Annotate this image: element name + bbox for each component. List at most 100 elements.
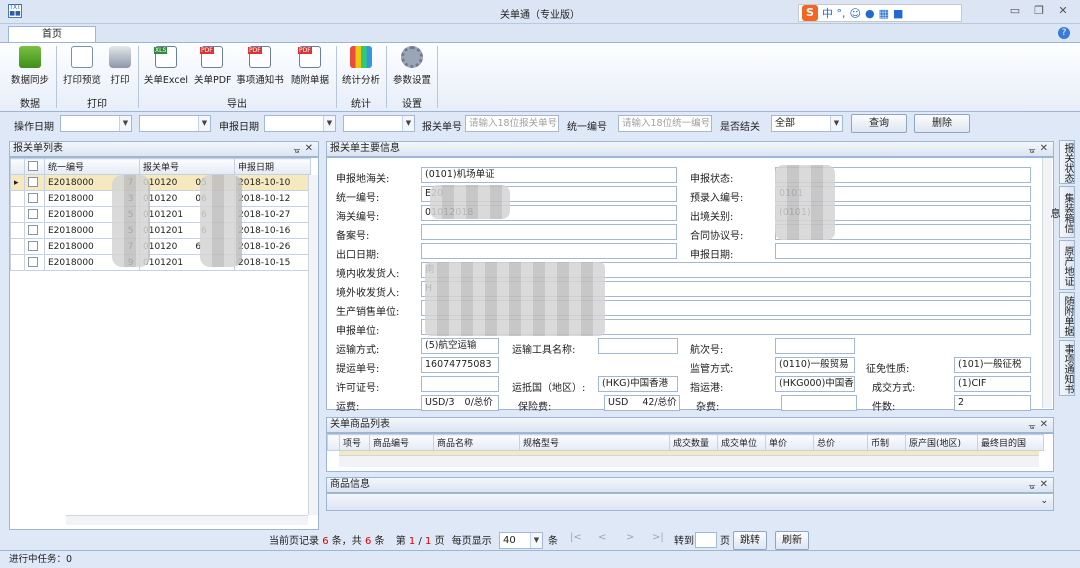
col-goods-code[interactable]: 商品编号 bbox=[369, 434, 434, 451]
row-checkbox[interactable] bbox=[28, 257, 38, 268]
export-pdf-button[interactable]: 关单PDF bbox=[194, 46, 232, 92]
help-icon[interactable]: ? bbox=[1058, 27, 1070, 39]
col-qty[interactable]: 成交数量 bbox=[669, 434, 718, 451]
decl-date-end[interactable]: ▼ bbox=[343, 115, 415, 132]
col-goods-name[interactable]: 商品名称 bbox=[433, 434, 520, 451]
deal-field[interactable]: (1)CIF bbox=[954, 376, 1031, 392]
decl-no-input[interactable]: 请输入18位报关单号 bbox=[465, 115, 559, 132]
insurance-field[interactable]: USD 42/总价 bbox=[604, 395, 680, 411]
ime-mode[interactable]: 中 °, bbox=[822, 5, 846, 21]
print-preview-button[interactable]: 打印预览 bbox=[62, 46, 102, 92]
col-origin[interactable]: 原产国(地区) bbox=[905, 434, 978, 451]
voyage-field[interactable] bbox=[775, 338, 855, 354]
last-page-button[interactable]: >| bbox=[652, 532, 664, 543]
sync-button[interactable]: 数据同步 bbox=[10, 46, 50, 92]
col-decl-date[interactable]: 申报日期 bbox=[234, 158, 311, 175]
row-checkbox[interactable] bbox=[28, 193, 38, 204]
attach-docs-button[interactable]: 随附单据 bbox=[290, 46, 330, 92]
country-field[interactable]: (HKG)中国香港 bbox=[598, 376, 678, 392]
next-page-button[interactable]: > bbox=[626, 532, 634, 543]
side-tab-notice[interactable]: 事项通知书 bbox=[1059, 340, 1075, 396]
row-checkbox[interactable] bbox=[28, 241, 38, 252]
col-unit-price[interactable]: 单价 bbox=[765, 434, 814, 451]
close-icon[interactable]: ✕ bbox=[1040, 142, 1048, 156]
close-icon[interactable]: ✕ bbox=[305, 142, 313, 156]
export-excel-button[interactable]: 关单Excel bbox=[143, 46, 189, 92]
col-decl-no[interactable]: 报关单号 bbox=[139, 158, 235, 175]
side-tab-container[interactable]: 集装箱信息 bbox=[1048, 186, 1075, 238]
col-spec[interactable]: 规格型号 bbox=[519, 434, 670, 451]
table-row[interactable]: ▸E20180007010120052018-10-10 bbox=[10, 174, 311, 191]
bill-field[interactable]: 16074775083 bbox=[421, 357, 499, 373]
stats-button[interactable]: 统计分析 bbox=[341, 46, 381, 92]
closed-select[interactable]: 全部 ▼ bbox=[771, 115, 843, 132]
record-field[interactable] bbox=[421, 224, 677, 240]
op-date-end[interactable]: ▼ bbox=[139, 115, 211, 132]
first-page-button[interactable]: |< bbox=[570, 532, 582, 543]
table-row[interactable]: E2018000901012012018-10-15 bbox=[10, 254, 311, 271]
col-uid[interactable]: 统一编号 bbox=[44, 158, 140, 175]
side-tab-status[interactable]: 报关状态 bbox=[1059, 140, 1075, 184]
transport-field[interactable]: (5)航空运输 bbox=[421, 338, 499, 354]
unified-no-input[interactable]: 请输入18位统一编号 bbox=[618, 115, 712, 132]
col-total[interactable]: 总价 bbox=[813, 434, 868, 451]
table-row[interactable]: E2018000701012062018-10-26 bbox=[10, 238, 311, 255]
col-dest-country[interactable]: 最终目的国 bbox=[977, 434, 1044, 451]
settings-button[interactable]: 参数设置 bbox=[392, 46, 432, 92]
ime-toolbar[interactable]: S中 °, ☺ ● ▦ ■ bbox=[798, 4, 962, 22]
query-button[interactable]: 查询 bbox=[851, 114, 907, 133]
license-field[interactable] bbox=[421, 376, 499, 392]
col-item-no[interactable]: 项号 bbox=[339, 434, 370, 451]
pin-icon[interactable]: ᚗ bbox=[1029, 143, 1035, 157]
op-date-start[interactable]: ▼ bbox=[60, 115, 132, 132]
goods-hscroll[interactable] bbox=[339, 455, 1039, 467]
export-date-field[interactable] bbox=[421, 243, 677, 259]
per-page-select[interactable]: 40 ▼ bbox=[499, 532, 543, 549]
notice-button[interactable]: 事项通知书 bbox=[236, 46, 284, 92]
prev-page-button[interactable]: < bbox=[598, 532, 606, 543]
pin-icon[interactable]: ᚗ bbox=[1029, 479, 1035, 493]
goto-page-input[interactable] bbox=[695, 532, 717, 548]
restore-button[interactable]: ❐ bbox=[1030, 4, 1048, 18]
col-currency[interactable]: 币制 bbox=[867, 434, 906, 451]
main-vscroll[interactable] bbox=[1042, 158, 1052, 408]
pieces-field[interactable]: 2 bbox=[954, 395, 1031, 411]
chevron-down-icon[interactable]: ⌄ bbox=[1040, 496, 1048, 506]
print-button[interactable]: 打印 bbox=[108, 46, 132, 92]
minimize-button[interactable]: ▭ bbox=[1006, 4, 1024, 18]
refresh-button[interactable]: 刷新 bbox=[775, 531, 809, 550]
port-field[interactable]: (0101)机场单证 bbox=[421, 167, 677, 183]
pin-icon[interactable]: ᚗ bbox=[294, 143, 300, 157]
table-row[interactable]: E20180005010120162018-10-27 bbox=[10, 206, 311, 223]
pin-icon[interactable]: ᚗ bbox=[1029, 419, 1035, 433]
side-tab-origin[interactable]: 原产地证 bbox=[1059, 240, 1075, 290]
col-unit[interactable]: 成交单位 bbox=[717, 434, 766, 451]
table-row[interactable]: E20180005010120162018-10-16 bbox=[10, 222, 311, 239]
jump-button[interactable]: 跳转 bbox=[733, 531, 767, 550]
tab-home[interactable]: 首页 bbox=[8, 26, 96, 43]
row-checkbox[interactable] bbox=[28, 225, 38, 236]
row-checkbox[interactable] bbox=[28, 209, 38, 220]
table-row[interactable]: E20180003010120062018-10-12 bbox=[10, 190, 311, 207]
list-vscroll[interactable] bbox=[308, 175, 318, 515]
decl-date-field[interactable] bbox=[775, 243, 1031, 259]
dest-port-field[interactable]: (HKG000)中国香港 bbox=[775, 376, 855, 392]
tax-field[interactable]: (101)一般征税 bbox=[954, 357, 1031, 373]
close-button[interactable]: ✕ bbox=[1054, 4, 1072, 18]
select-all-checkbox[interactable] bbox=[28, 161, 38, 172]
decl-date-start[interactable]: ▼ bbox=[264, 115, 336, 132]
delete-button[interactable]: 删除 bbox=[914, 114, 970, 133]
misc-field[interactable] bbox=[781, 395, 857, 411]
list-hscroll[interactable] bbox=[66, 515, 308, 525]
tool-field[interactable] bbox=[598, 338, 678, 354]
mic-icon[interactable]: ● bbox=[865, 7, 875, 20]
keyboard-icon[interactable]: ▦ bbox=[879, 7, 889, 20]
supervise-field[interactable]: (0110)一般贸易 bbox=[775, 357, 855, 373]
emoji-icon[interactable]: ☺ bbox=[850, 7, 861, 20]
close-icon[interactable]: ✕ bbox=[1040, 478, 1048, 492]
row-checkbox[interactable] bbox=[28, 177, 38, 188]
goods-info-bar[interactable]: ⌄ bbox=[326, 493, 1054, 511]
side-tab-attach[interactable]: 随附单据 bbox=[1059, 292, 1075, 338]
sogou-icon[interactable]: S bbox=[802, 5, 818, 21]
freight-field[interactable]: USD/3 0/总价 bbox=[421, 395, 499, 411]
